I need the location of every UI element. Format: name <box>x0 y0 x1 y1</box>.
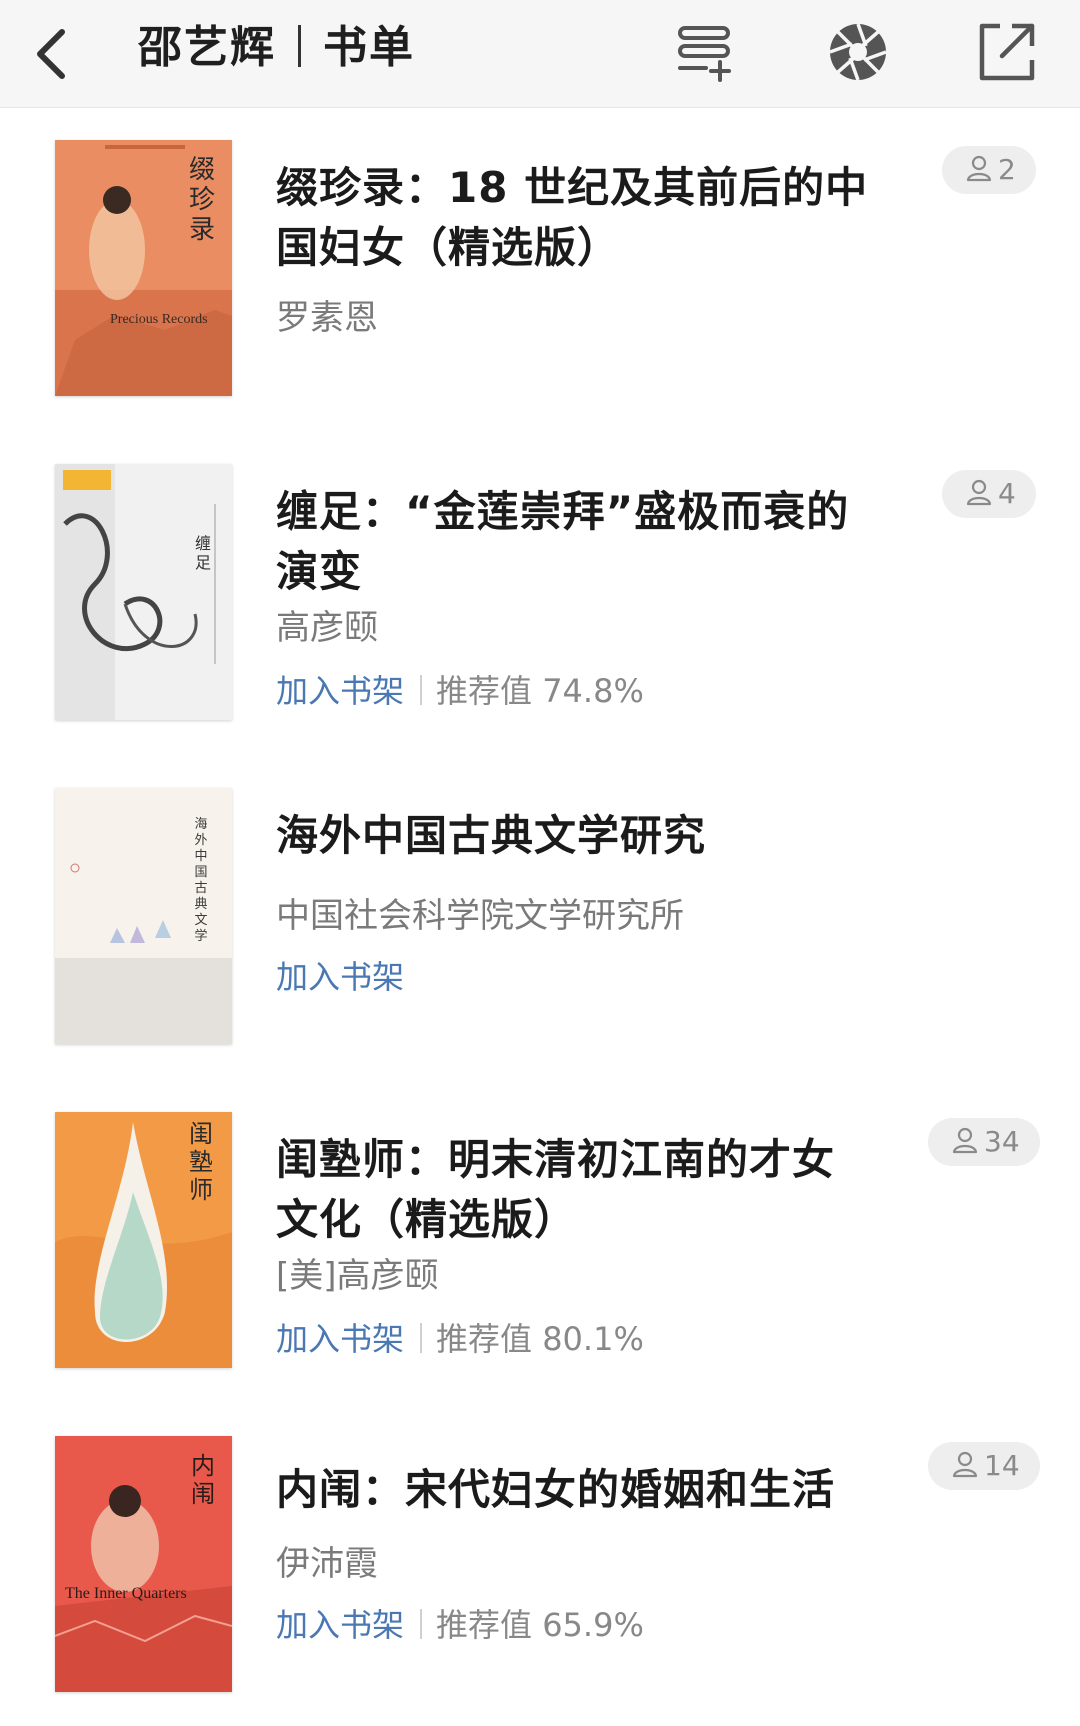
reader-icon <box>966 155 992 182</box>
svg-text:师: 师 <box>189 1176 213 1204</box>
book-author: 罗素恩 <box>276 298 378 338</box>
book-cover[interactable]: 闺 塾 师 <box>55 1112 232 1368</box>
svg-text:古: 古 <box>194 881 207 896</box>
add-to-shelf-button[interactable]: 加入书架 <box>276 1606 404 1644</box>
share-icon[interactable] <box>970 16 1042 88</box>
svg-text:学: 学 <box>194 928 207 944</box>
svg-text:The Inner Quarters: The Inner Quarters <box>65 1585 187 1602</box>
book-item[interactable]: 海 外 中 国 古 典 文 学 海外中国古典文学研究 中国社会科学院文学研究所 … <box>0 788 1080 1088</box>
add-to-shelf-button[interactable]: 加入书架 <box>276 1320 404 1358</box>
readers-count: 4 <box>998 477 1016 510</box>
svg-text:典: 典 <box>194 897 207 912</box>
book-actions: 加入书架 推荐值 65.9% <box>276 1600 644 1646</box>
top-bar: 邵艺辉 书单 <box>0 0 1080 108</box>
book-title[interactable]: 海外中国古典文学研究 <box>276 806 876 866</box>
recommend-value: 推荐值 65.9% <box>436 1606 644 1644</box>
readers-count: 2 <box>998 153 1016 186</box>
book-actions: 加入书架 推荐值 80.1% <box>276 1314 644 1360</box>
book-cover[interactable]: 海 外 中 国 古 典 文 学 <box>55 788 232 1044</box>
divider <box>420 1609 423 1639</box>
add-to-shelf-button[interactable]: 加入书架 <box>276 958 404 996</box>
svg-text:Precious Records: Precious Records <box>110 312 208 327</box>
book-title[interactable]: 缀珍录：18 世纪及其前后的中国妇女（精选版） <box>276 158 876 278</box>
svg-text:缀: 缀 <box>189 155 215 185</box>
reader-icon <box>952 1451 978 1478</box>
book-author: 中国社会科学院文学研究所 <box>276 896 684 936</box>
readers-count: 14 <box>984 1449 1020 1482</box>
book-item[interactable]: 闺 塾 师 闺塾师：明末清初江南的才女文化（精选版） [美]高彦颐 加入书架 推荐… <box>0 1112 1080 1412</box>
book-author: [美]高彦颐 <box>276 1256 439 1296</box>
divider <box>420 675 423 705</box>
svg-text:闺: 闺 <box>189 1120 213 1148</box>
page-title: 邵艺辉 书单 <box>138 18 415 78</box>
svg-text:海: 海 <box>194 817 207 832</box>
book-cover[interactable]: 缀 珍 录 Precious Records <box>55 140 232 396</box>
readers-badge[interactable]: 34 <box>928 1118 1040 1166</box>
recommend-value: 推荐值 74.8% <box>436 672 644 710</box>
back-icon[interactable] <box>18 20 78 88</box>
camera-shutter-icon[interactable] <box>822 16 894 88</box>
svg-text:塾: 塾 <box>189 1148 213 1176</box>
divider <box>420 1323 423 1353</box>
add-to-list-icon[interactable] <box>670 16 742 88</box>
book-title[interactable]: 闺塾师：明末清初江南的才女文化（精选版） <box>276 1130 876 1250</box>
book-title[interactable]: 缠足：“金莲崇拜”盛极而衰的演变 <box>276 482 876 602</box>
book-item[interactable]: 缀 珍 录 Precious Records 缀珍录：18 世纪及其前后的中国妇… <box>0 140 1080 440</box>
svg-text:珍: 珍 <box>189 185 215 215</box>
book-actions: 加入书架 推荐值 74.8% <box>276 666 644 712</box>
add-to-shelf-button[interactable]: 加入书架 <box>276 672 404 710</box>
svg-text:足: 足 <box>195 553 211 572</box>
svg-text:内: 内 <box>191 1452 215 1480</box>
readers-badge[interactable]: 4 <box>942 470 1036 518</box>
readers-badge[interactable]: 14 <box>928 1442 1040 1490</box>
book-actions: 加入书架 <box>276 952 404 998</box>
book-author: 伊沛霞 <box>276 1544 378 1584</box>
readers-badge[interactable]: 2 <box>942 146 1036 194</box>
title-booklist: 书单 <box>323 22 415 73</box>
svg-text:缠: 缠 <box>195 534 211 553</box>
book-cover[interactable]: 缠 足 <box>55 464 232 720</box>
title-author: 邵艺辉 <box>138 22 276 73</box>
title-divider <box>298 25 301 67</box>
reader-icon <box>966 479 992 506</box>
svg-text:文: 文 <box>194 913 207 928</box>
svg-text:中: 中 <box>194 849 207 864</box>
book-item[interactable]: 内 闱 The Inner Quarters 内闱：宋代妇女的婚姻和生活 伊沛霞… <box>0 1436 1080 1726</box>
book-item[interactable]: 缠 足 缠足：“金莲崇拜”盛极而衰的演变 高彦颐 加入书架 推荐值 74.8% 4 <box>0 464 1080 764</box>
book-cover[interactable]: 内 闱 The Inner Quarters <box>55 1436 232 1692</box>
book-title[interactable]: 内闱：宋代妇女的婚姻和生活 <box>276 1454 876 1520</box>
svg-text:录: 录 <box>189 215 215 245</box>
svg-text:外: 外 <box>194 833 207 848</box>
svg-text:国: 国 <box>194 865 207 880</box>
reader-icon <box>952 1127 978 1154</box>
readers-count: 34 <box>984 1125 1020 1158</box>
book-author: 高彦颐 <box>276 608 378 648</box>
svg-text:闱: 闱 <box>191 1480 215 1508</box>
recommend-value: 推荐值 80.1% <box>436 1320 644 1358</box>
